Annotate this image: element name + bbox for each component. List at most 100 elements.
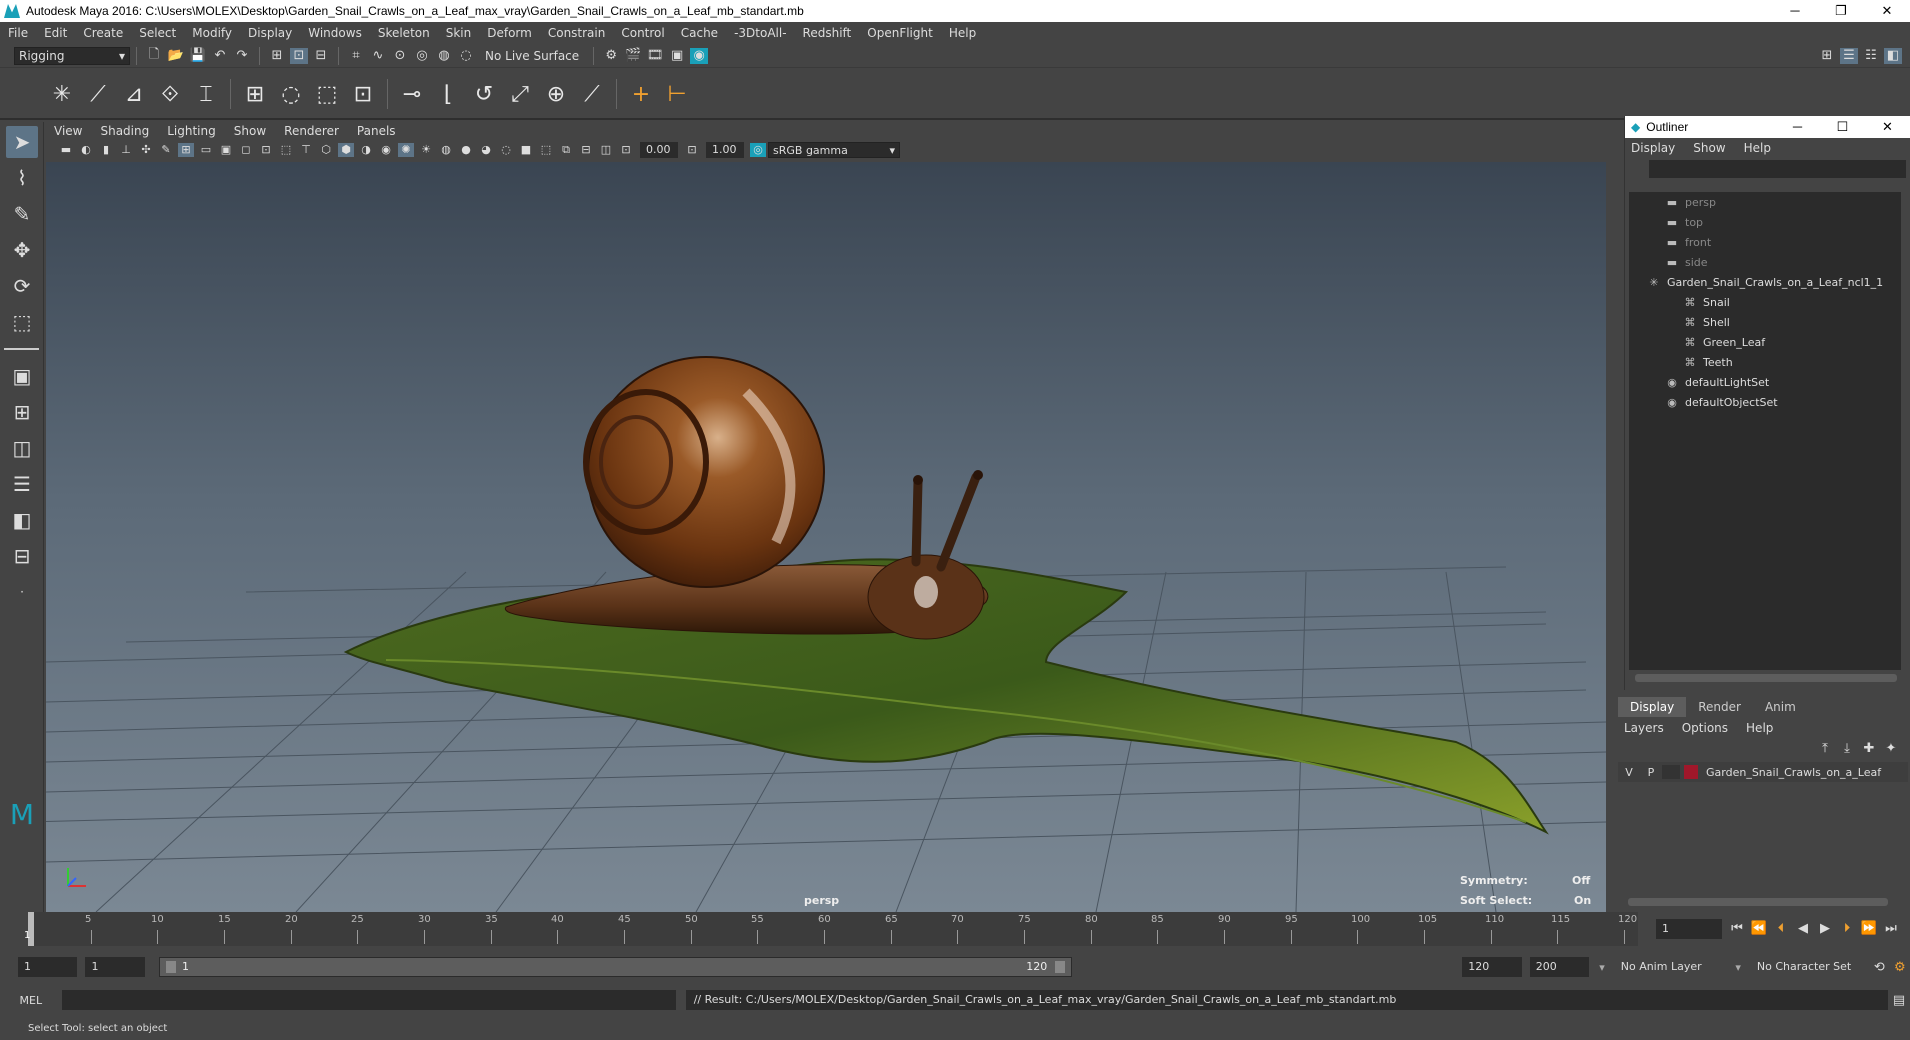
layer-type-toggle[interactable] xyxy=(1662,765,1680,779)
step-back-key-icon[interactable]: ⏴ xyxy=(1772,920,1790,936)
side-by-side-layout-icon[interactable]: ◫ xyxy=(6,432,38,464)
snap-view-icon[interactable]: ◎ xyxy=(413,48,431,64)
isolate-select-icon[interactable]: ■ xyxy=(518,143,534,157)
outliner-layout-icon[interactable]: ◧ xyxy=(6,504,38,536)
snap-curve-icon[interactable]: ∿ xyxy=(369,48,387,64)
outliner-minimize-button[interactable]: ─ xyxy=(1775,119,1820,135)
view-transform-dropdown[interactable]: sRGB gamma ▾ xyxy=(768,142,900,158)
character-set-dropdown[interactable]: No Character Set xyxy=(1750,957,1866,977)
layer-color-swatch[interactable] xyxy=(1684,765,1698,779)
playback-start-field[interactable]: 1 xyxy=(85,957,145,977)
outliner-menu-show[interactable]: Show xyxy=(1693,141,1725,155)
scale-tool-icon[interactable]: ⬚ xyxy=(6,306,38,338)
layer-menu-layers[interactable]: Layers xyxy=(1624,721,1664,735)
lasso-tool-icon[interactable]: ⌇ xyxy=(6,162,38,194)
render-settings-icon[interactable]: ⚙ xyxy=(602,48,620,64)
live-surface-label[interactable]: No Live Surface xyxy=(485,49,579,63)
locator-icon[interactable]: + xyxy=(625,78,657,110)
snap-grid-icon[interactable]: ⌗ xyxy=(347,48,365,64)
select-hierarchy-icon[interactable]: ⊞ xyxy=(268,48,286,64)
menu-set-dropdown[interactable]: Rigging ▾ xyxy=(14,46,130,65)
layer-visibility-toggle[interactable]: V xyxy=(1618,766,1640,779)
cluster-icon[interactable]: ◌ xyxy=(275,78,307,110)
menu-help[interactable]: Help xyxy=(949,26,976,40)
pole-vector-icon[interactable]: ⟋ xyxy=(576,78,608,110)
layer-horizontal-scrollbar[interactable] xyxy=(1628,898,1888,906)
select-tool-icon[interactable]: ➤ xyxy=(6,126,38,158)
xray-joints-icon[interactable]: ⧉ xyxy=(558,143,574,157)
playback-end-field[interactable]: 120 xyxy=(1462,957,1522,977)
outliner-item[interactable]: ▬ top xyxy=(1629,212,1901,232)
auto-key-icon[interactable]: ⟲ xyxy=(1871,959,1887,975)
toolbox-more-icon[interactable]: · xyxy=(6,576,38,608)
four-view-layout-icon[interactable]: ⊞ xyxy=(6,396,38,428)
use-all-lights-icon[interactable]: ✺ xyxy=(398,143,414,157)
perspective-viewport[interactable]: persp Symmetry: Off Soft Select: On xyxy=(46,162,1606,912)
range-start-handle[interactable] xyxy=(165,961,176,973)
menu-constrain[interactable]: Constrain xyxy=(548,26,606,40)
ipr-render-icon[interactable]: 🎞 xyxy=(646,48,664,64)
outliner-item[interactable]: ▬ persp xyxy=(1629,192,1901,212)
exposure-reset-icon[interactable]: ⊡ xyxy=(618,143,634,157)
layer-row[interactable]: V P Garden_Snail_Crawls_on_a_Leaf xyxy=(1618,762,1908,782)
move-layer-up-icon[interactable]: ⤒ xyxy=(1816,740,1834,756)
render-view-icon[interactable]: ▣ xyxy=(668,48,686,64)
outliner-maximize-button[interactable]: ☐ xyxy=(1820,119,1865,135)
smooth-shade-icon[interactable]: ⬢ xyxy=(338,143,354,157)
layer-playback-toggle[interactable]: P xyxy=(1640,766,1662,779)
range-end-handle[interactable] xyxy=(1055,961,1066,973)
move-tool-icon[interactable]: ✥ xyxy=(6,234,38,266)
attribute-editor-icon[interactable]: ☰ xyxy=(1840,47,1858,64)
menu-display[interactable]: Display xyxy=(248,26,292,40)
viewport-menu-view[interactable]: View xyxy=(54,124,82,138)
color-management-icon[interactable]: ◎ xyxy=(750,143,766,157)
camera-attributes-icon[interactable]: ◐ xyxy=(78,143,94,157)
wrap-icon[interactable]: ⬚ xyxy=(311,78,343,110)
new-layer-selected-icon[interactable]: ✦ xyxy=(1882,740,1900,756)
viewport-menu-lighting[interactable]: Lighting xyxy=(167,124,216,138)
grease-pencil-icon[interactable]: ✎ xyxy=(158,143,174,157)
ik-handle-icon[interactable]: ⟋ xyxy=(82,78,114,110)
script-language-toggle[interactable]: MEL xyxy=(0,994,62,1007)
open-scene-icon[interactable]: 📂 xyxy=(167,48,185,64)
screen-space-ao-icon[interactable]: ◍ xyxy=(438,143,454,157)
paint-select-icon[interactable]: ✎ xyxy=(6,198,38,230)
outliner-item[interactable]: ▬ side xyxy=(1629,252,1901,272)
wireframe-on-shaded-icon[interactable]: ◑ xyxy=(358,143,374,157)
outliner-item[interactable]: ⌘ Snail xyxy=(1629,292,1901,312)
single-perspective-layout-icon[interactable]: ▣ xyxy=(6,360,38,392)
persp-graph-layout-icon[interactable]: ☰ xyxy=(6,468,38,500)
animation-start-field[interactable]: 1 xyxy=(18,957,78,977)
gamma-field[interactable]: 1.00 xyxy=(706,142,744,158)
outliner-close-button[interactable]: ✕ xyxy=(1865,119,1910,135)
lattice-icon[interactable]: ⊞ xyxy=(239,78,271,110)
restore-button[interactable]: ❐ xyxy=(1818,3,1864,19)
current-frame-field[interactable]: 1 xyxy=(1656,919,1722,939)
outliner-menu-help[interactable]: Help xyxy=(1744,141,1771,155)
select-object-icon[interactable]: ⊡ xyxy=(290,47,308,64)
chevron-down-icon[interactable]: ▾ xyxy=(1599,961,1605,974)
menu-3dtoall[interactable]: -3DtoAll- xyxy=(734,26,786,40)
gamma-icon[interactable]: ⊡ xyxy=(684,143,700,157)
outliner-item[interactable]: ◉ defaultLightSet xyxy=(1629,372,1901,392)
two-d-pan-icon[interactable]: ✣ xyxy=(138,143,154,157)
film-gate-icon[interactable]: ▭ xyxy=(198,143,214,157)
live-icon[interactable]: ◌ xyxy=(457,48,475,64)
new-layer-icon[interactable]: ✚ xyxy=(1860,740,1878,756)
save-scene-icon[interactable]: 💾 xyxy=(189,48,207,64)
shadows-icon[interactable]: ☀ xyxy=(418,143,434,157)
hypershade-icon[interactable]: ◉ xyxy=(690,47,709,64)
outliner-menu-display[interactable]: Display xyxy=(1631,141,1675,155)
menu-windows[interactable]: Windows xyxy=(308,26,362,40)
menu-skin[interactable]: Skin xyxy=(446,26,472,40)
outliner-item[interactable]: ◉ defaultObjectSet xyxy=(1629,392,1901,412)
time-ticks[interactable]: 1 5 10 15 20 25 30 35 40 45 50 55 60 65 70 75 80 85 90 95 1… xyxy=(24,912,1638,946)
exposure-field[interactable]: 0.00 xyxy=(640,142,678,158)
minimize-button[interactable]: ─ xyxy=(1772,3,1818,19)
menu-skeleton[interactable]: Skeleton xyxy=(378,26,430,40)
menu-modify[interactable]: Modify xyxy=(192,26,232,40)
tab-display[interactable]: Display xyxy=(1618,697,1687,717)
wireframe-icon[interactable]: ⬡ xyxy=(318,143,334,157)
range-bar[interactable]: 1 120 xyxy=(158,957,1073,977)
bookmark-icon[interactable]: ▮ xyxy=(98,143,114,157)
